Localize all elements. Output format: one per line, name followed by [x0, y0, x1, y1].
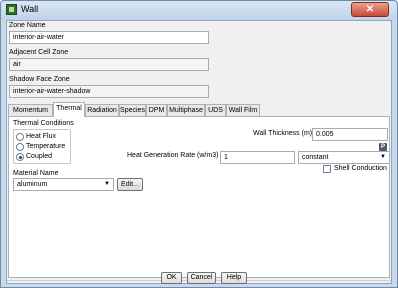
shadow-face-zone-value: interior-air-water-shadow: [9, 85, 209, 98]
heat-generation-input[interactable]: 1: [220, 151, 295, 164]
close-icon: ✕: [365, 4, 375, 15]
app-icon: [6, 4, 17, 15]
thermal-panel: Thermal Conditions Heat Flux Temperature…: [8, 116, 390, 278]
thermal-conditions-label: Thermal Conditions: [13, 120, 74, 127]
tab-wall-film[interactable]: Wall Film: [226, 104, 260, 116]
cancel-button[interactable]: Cancel: [187, 272, 216, 284]
heat-generation-label: Heat Generation Rate (w/m3): [127, 152, 219, 159]
zone-name-label: Zone Name: [9, 22, 46, 29]
chevron-down-icon: ▼: [104, 181, 110, 187]
heat-flux-radio[interactable]: [16, 133, 24, 141]
shell-conduction-label: Shell Conduction: [334, 165, 387, 172]
heat-generation-method-select[interactable]: constant ▼: [298, 151, 390, 164]
title-bar[interactable]: Wall ✕: [1, 1, 397, 20]
dialog-body: Zone Name interior-air-water Adjacent Ce…: [6, 20, 392, 284]
material-name-value: aluminum: [17, 181, 48, 188]
temperature-label: Temperature: [26, 143, 66, 150]
tab-dpm[interactable]: DPM: [146, 104, 167, 116]
wall-thickness-label: Wall Thickness (m): [253, 130, 313, 137]
coupled-label: Coupled: [26, 153, 53, 160]
tab-multiphase[interactable]: Multiphase: [167, 104, 205, 116]
parameter-icon[interactable]: P: [379, 143, 387, 151]
adjacent-cell-zone-label: Adjacent Cell Zone: [9, 49, 69, 56]
heat-generation-method-value: constant: [302, 154, 329, 161]
tab-species[interactable]: Species: [119, 104, 146, 116]
coupled-radio[interactable]: [16, 153, 24, 161]
wall-thickness-input[interactable]: 0.005: [312, 128, 388, 141]
chevron-down-icon: ▼: [380, 154, 386, 160]
tab-uds[interactable]: UDS: [205, 104, 226, 116]
shadow-face-zone-label: Shadow Face Zone: [9, 76, 70, 83]
shell-conduction-checkbox[interactable]: [323, 165, 331, 173]
material-name-label: Material Name: [13, 170, 59, 177]
thermal-conditions-group: Heat Flux Temperature Coupled: [13, 129, 71, 164]
material-name-select[interactable]: aluminum ▼: [13, 178, 114, 191]
temperature-radio[interactable]: [16, 143, 24, 151]
ok-button[interactable]: OK: [161, 272, 182, 284]
tab-momentum[interactable]: Momentum: [8, 104, 53, 116]
adjacent-cell-zone-value: air: [9, 58, 209, 71]
close-button[interactable]: ✕: [351, 2, 389, 17]
tab-radiation[interactable]: Radiation: [85, 104, 119, 116]
wall-dialog: Wall ✕ Zone Name interior-air-water Adja…: [0, 0, 398, 288]
tab-thermal[interactable]: Thermal: [53, 102, 85, 117]
edit-material-button[interactable]: Edit...: [117, 178, 143, 191]
window-title: Wall: [21, 4, 39, 14]
heat-flux-label: Heat Flux: [26, 133, 56, 140]
help-button[interactable]: Help: [221, 272, 247, 284]
zone-name-input[interactable]: interior-air-water: [9, 31, 209, 44]
